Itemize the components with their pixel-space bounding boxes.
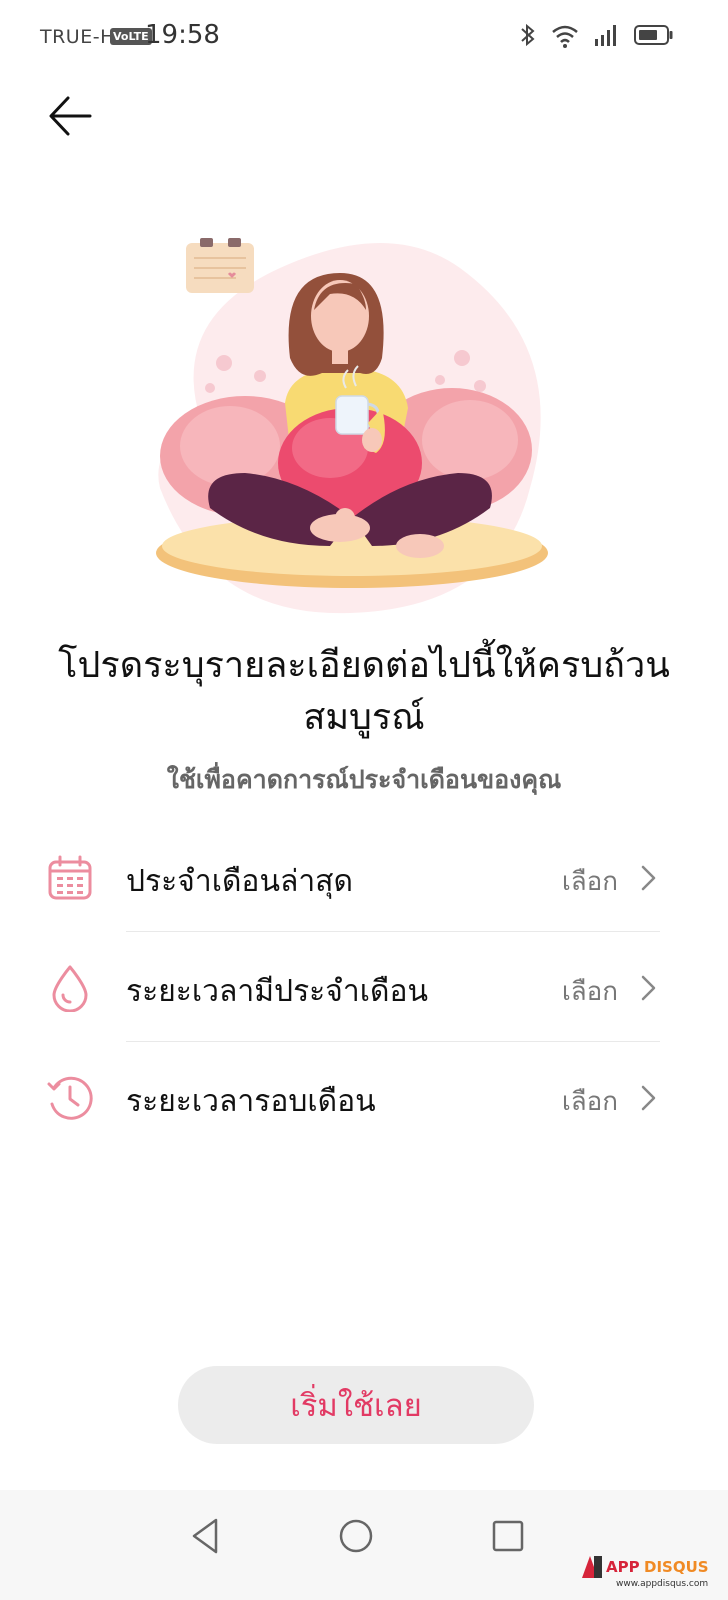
calendar-icon [48, 855, 92, 900]
nav-back-triangle-icon[interactable] [180, 1510, 232, 1562]
nav-home-circle-icon[interactable] [330, 1510, 382, 1562]
signal-icon [595, 25, 616, 46]
svg-text:www.appdisqus.com: www.appdisqus.com [616, 1579, 708, 1589]
status-icons [520, 22, 674, 48]
chevron-right-icon [641, 975, 656, 1001]
last-period-row[interactable]: ประจำเดือนล่าสุด เลือก [0, 822, 728, 932]
calendar-note-icon [186, 238, 254, 293]
woman-meditating-illustration [156, 238, 548, 614]
back-button[interactable] [46, 94, 94, 138]
arrow-left-icon [49, 96, 92, 136]
settings-list: ประจำเดือนล่าสุด เลือก ระยะเวลามีประจำเด… [0, 822, 728, 1152]
carrier-label: TRUE-H [40, 26, 115, 48]
appdisqus-watermark-logo: APP DISQUS www.appdisqus.com [582, 1556, 709, 1589]
period-duration-value: เลือก [561, 977, 618, 1007]
navigation-bar: APP DISQUS www.appdisqus.com [0, 1490, 728, 1600]
last-period-value: เลือก [561, 867, 618, 897]
page-title: โปรดระบุรายละเอียดต่อไปนี้ให้ครบถ้วนสมบู… [58, 645, 670, 738]
chevron-right-icon [641, 865, 656, 891]
clock-history-icon [47, 1076, 93, 1120]
page-subtitle: ใช้เพื่อคาดการณ์ประจำเดือนของคุณ [166, 765, 562, 794]
period-duration-label: ระยะเวลามีประจำเดือน [126, 974, 428, 1009]
bluetooth-icon [521, 23, 535, 47]
clock: 19:58 [145, 20, 220, 50]
cycle-length-value: เลือก [561, 1087, 618, 1117]
battery-icon [634, 25, 673, 45]
last-period-label: ประจำเดือนล่าสุด [126, 864, 353, 899]
droplet-icon [52, 965, 88, 1012]
svg-text:APP: APP [606, 1558, 640, 1576]
cycle-length-label: ระยะเวลารอบเดือน [126, 1084, 376, 1119]
period-duration-row[interactable]: ระยะเวลามีประจำเดือน เลือก [0, 932, 728, 1042]
status-bar: TRUE-H VoLTE 19:58 [0, 0, 728, 72]
cycle-length-row[interactable]: ระยะเวลารอบเดือน เลือก [0, 1042, 728, 1152]
wifi-icon [552, 25, 578, 48]
svg-text:DISQUS: DISQUS [644, 1558, 709, 1576]
chevron-right-icon [641, 1085, 656, 1111]
start-button[interactable]: เริ่มใช้เลย [178, 1366, 534, 1444]
nav-recents-square-icon[interactable] [482, 1510, 534, 1562]
